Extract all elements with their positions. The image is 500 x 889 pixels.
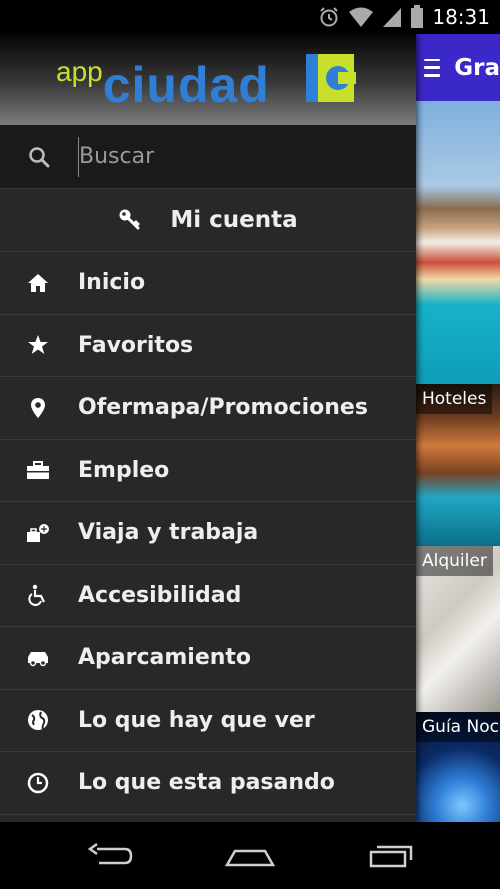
hamburger-menu-icon[interactable]	[424, 58, 441, 77]
menu-item-lo-que-hay-que-ver[interactable]: Lo que hay que ver	[0, 690, 416, 752]
search-bar	[0, 125, 416, 189]
recent-apps-button[interactable]	[360, 840, 420, 872]
category-tile-guia-nocturna[interactable]: Guía Noc	[416, 712, 500, 822]
menu-item-label: Aparcamiento	[78, 645, 252, 671]
menu-item-label: Accesibilidad	[78, 582, 242, 608]
search-input[interactable]	[78, 136, 378, 177]
clock-icon	[26, 771, 50, 795]
menu-item-label: Favoritos	[78, 332, 194, 358]
status-bar: 18:31	[0, 0, 500, 34]
logo-ciudad-text: ciudad	[102, 57, 270, 113]
menu-item-label: Ofermapa/Promociones	[78, 395, 368, 421]
recent-apps-icon	[369, 845, 413, 868]
home-nav-icon	[224, 849, 276, 867]
menu-item-ofermapa[interactable]: Ofermapa/Promociones	[0, 377, 416, 440]
hero-image[interactable]	[416, 101, 500, 384]
battery-icon	[410, 5, 424, 29]
travel-work-icon	[26, 521, 50, 545]
app-bar-title: Gra	[454, 54, 500, 81]
wheelchair-icon	[26, 583, 50, 607]
signal-icon	[382, 6, 402, 28]
tile-label: Hoteles	[416, 384, 493, 414]
wifi-icon	[348, 6, 374, 28]
my-account-button[interactable]: Mi cuenta	[0, 189, 416, 252]
menu-item-label: Inicio	[78, 270, 146, 296]
menu-item-label: Lo que esta pasando	[78, 770, 335, 796]
logo-mark-icon	[306, 54, 356, 102]
back-button[interactable]	[80, 840, 140, 872]
menu-item-aparcamiento[interactable]: Aparcamiento	[0, 627, 416, 690]
globe-icon	[26, 708, 50, 732]
app-logo: app ciudad	[56, 50, 270, 110]
menu-item-viaja-y-trabaja[interactable]: Viaja y trabaja	[0, 502, 416, 565]
menu-item-lo-que-esta-pasando[interactable]: Lo que esta pasando	[0, 752, 416, 815]
menu-item-label: Lo que hay que ver	[78, 707, 315, 733]
home-icon	[26, 271, 50, 295]
menu-item-empleo[interactable]: Empleo	[0, 440, 416, 502]
search-icon	[28, 146, 56, 168]
tile-label: Guía Noc	[416, 712, 500, 742]
app-bar: Gra	[416, 34, 500, 101]
tile-label: Alquiler	[416, 546, 493, 576]
status-time: 18:31	[432, 5, 490, 29]
home-button[interactable]	[220, 840, 280, 872]
menu-item-accesibilidad[interactable]: Accesibilidad	[0, 565, 416, 627]
map-pin-icon	[26, 396, 50, 420]
alarm-icon	[318, 6, 340, 28]
star-icon	[26, 333, 50, 357]
back-icon	[87, 843, 133, 865]
menu-item-label: Empleo	[78, 457, 170, 483]
car-icon	[26, 646, 50, 670]
menu-item-favoritos[interactable]: Favoritos	[0, 315, 416, 377]
briefcase-icon	[26, 458, 50, 482]
key-icon	[118, 207, 144, 233]
main-content: Gra Hoteles Alquiler Guía Noc	[416, 34, 500, 822]
my-account-label: Mi cuenta	[170, 207, 298, 233]
category-tile-alquiler[interactable]: Alquiler	[416, 546, 500, 712]
menu-item-inicio[interactable]: Inicio	[0, 252, 416, 315]
drawer-header: app ciudad	[0, 34, 416, 125]
system-nav-bar	[0, 822, 500, 889]
menu-item-label: Viaja y trabaja	[78, 520, 259, 546]
category-tile-hoteles[interactable]: Hoteles	[416, 384, 500, 546]
navigation-drawer: app ciudad Mi cuenta Inicio Favoritos	[0, 34, 416, 822]
logo-app-text: app	[56, 56, 103, 87]
